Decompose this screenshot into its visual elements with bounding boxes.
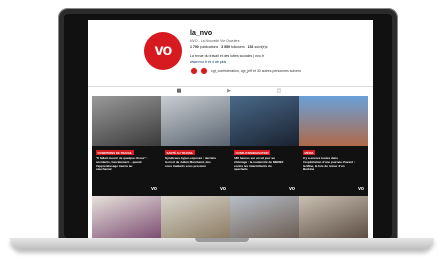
post-title: "Il fallait mourir de quelque chose" : a… [96,156,148,172]
follower-avatar [190,67,198,75]
publications-label: publications [199,45,219,49]
post-tile[interactable]: CONFLIT/MOBILISATION 180 heures sur un t… [230,96,299,196]
profile-fullname: NVO - La Nouvelle Vie Ouvrière [190,39,240,43]
post-tile[interactable]: CONDITIONS DE TRAVAIL "Il fallait mourir… [92,96,161,196]
tab-grid[interactable]: ▦ [176,88,182,94]
followers-count[interactable]: 3 559 [221,45,230,49]
post-photo [299,96,368,146]
profile-link[interactable]: www.nvo.fr et 4 de plus [190,60,226,64]
follower-avatar [200,67,208,75]
profile-tabs: ▦ ▶ ◫ [88,86,373,95]
followed-by-row: cgt_confederation, cgt_jeff et 30 autres… [190,67,301,75]
followers-label[interactable]: followers [231,45,245,49]
post-title: Il y a encore toutes dans l'exploitation… [303,156,355,172]
post-tag: MÉDIA [303,150,316,155]
vo-logo-icon: vo [358,186,364,192]
post-tile[interactable]: MÉDIA Il y a encore toutes dans l'exploi… [299,96,368,196]
post-photo [92,96,161,146]
vo-logo-icon: vo [220,186,226,192]
profile-avatar[interactable]: vo [144,32,182,70]
publications-count: 1 790 [190,45,199,49]
posts-grid: CONDITIONS DE TRAVAIL "Il fallait mourir… [92,96,369,240]
post-tile[interactable]: SANTÉ AU TRAVAIL Syndicaux-hyper-exposés… [161,96,230,196]
post-title: Syndicaux-hyper-exposés : derrière la mo… [165,156,217,168]
profile-bio: La revue du travail et des luttes social… [190,54,264,58]
vo-logo-icon: vo [289,186,295,192]
following-label[interactable]: suivi(e)s [254,45,267,49]
tab-reels[interactable]: ▶ [226,88,232,94]
profile-stats: 1 790 publications 3 559 followers 151 s… [190,45,268,49]
following-count[interactable]: 151 [248,45,254,49]
post-photo [230,96,299,146]
tab-tagged[interactable]: ◫ [276,88,282,94]
followed-by-text[interactable]: cgt_confederation, cgt_jeff et 30 autres… [211,69,301,73]
post-tag: CONDITIONS DE TRAVAIL [96,150,134,155]
vo-logo-icon: vo [151,186,157,192]
post-title: 180 heures sur un tel jour au chômage : … [234,156,284,172]
post-tile[interactable] [230,196,299,240]
vo-logo-icon: vo [154,42,173,59]
laptop-notch [195,238,249,242]
post-tag: SANTÉ AU TRAVAIL [165,150,195,155]
instagram-profile-screen: vo la_nvo NVO - La Nouvelle Vie Ouvrière… [88,20,373,240]
profile-username: la_nvo [190,30,213,37]
post-tile[interactable] [299,196,368,240]
post-photo [161,96,230,146]
post-tag: CONFLIT/MOBILISATION [234,150,271,155]
post-tile[interactable] [161,196,230,240]
post-tile[interactable] [92,196,161,240]
